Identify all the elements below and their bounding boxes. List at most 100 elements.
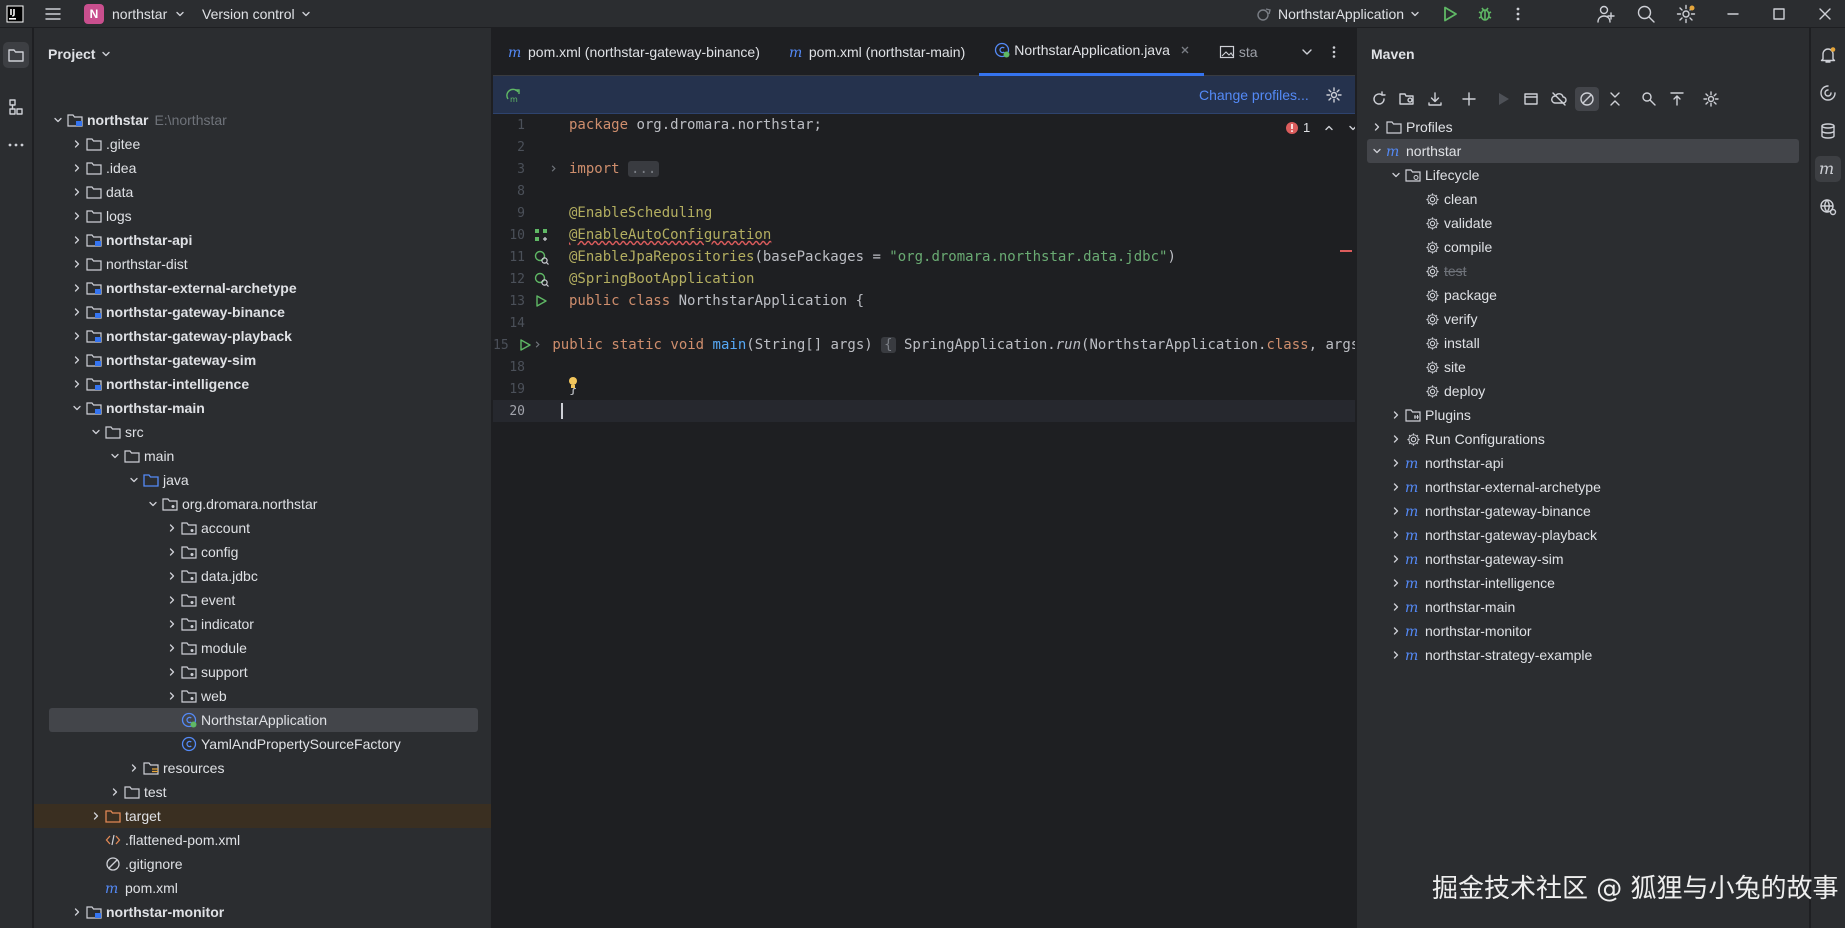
maven-tree-row[interactable]: m northstar-monitor — [1357, 619, 1809, 643]
chevron-right-icon[interactable] — [164, 520, 180, 536]
chevron-right-icon[interactable] — [164, 616, 180, 632]
code-with-me-icon[interactable] — [1596, 0, 1616, 28]
tab-options-icon[interactable] — [1327, 45, 1341, 59]
maven-tree-row[interactable]: clean — [1357, 187, 1809, 211]
gutter-bean-icon[interactable] — [534, 228, 548, 242]
chevron-right-icon[interactable] — [69, 904, 85, 920]
maven-tree-row[interactable]: validate — [1357, 211, 1809, 235]
tab-list-chevron-icon[interactable] — [1301, 46, 1313, 58]
project-tree-row[interactable]: northstar-gateway-binance — [34, 300, 491, 324]
chevron-right-icon[interactable] — [1388, 503, 1404, 519]
editor-tab[interactable]: NorthstarApplication.java — [979, 28, 1204, 76]
chevron-right-icon[interactable] — [1388, 599, 1404, 615]
project-tree-row[interactable]: data — [34, 180, 491, 204]
debug-icon[interactable] — [1476, 0, 1494, 28]
chevron-right-icon[interactable] — [164, 544, 180, 560]
project-tree-row[interactable]: .gitignore — [34, 852, 491, 876]
chevron-right-icon[interactable] — [69, 304, 85, 320]
maven-tree-row[interactable]: m northstar-intelligence — [1357, 571, 1809, 595]
maven-tree-row[interactable]: Run Configurations — [1357, 427, 1809, 451]
project-tree-row[interactable]: northstar-main — [34, 396, 491, 420]
chevron-right-icon[interactable] — [1388, 455, 1404, 471]
chevron-right-icon[interactable] — [69, 352, 85, 368]
generate-sources-icon[interactable] — [1395, 87, 1419, 111]
code-line[interactable]: 20 — [493, 400, 1355, 422]
code-line[interactable]: 10 @EnableAutoConfiguration — [493, 224, 1355, 246]
maven-settings-icon[interactable] — [1699, 87, 1723, 111]
project-tree-row[interactable]: event — [34, 588, 491, 612]
code-line[interactable]: 8 — [493, 180, 1355, 202]
chevron-right-icon[interactable] — [164, 592, 180, 608]
add-project-icon[interactable] — [1457, 87, 1481, 111]
fold-chevron-icon[interactable] — [533, 340, 542, 349]
main-menu-icon[interactable] — [44, 0, 62, 28]
maven-tree-row[interactable]: m northstar-strategy-example — [1357, 643, 1809, 667]
maven-tree-row[interactable]: Profiles — [1357, 115, 1809, 139]
run-icon[interactable] — [1441, 0, 1459, 28]
code-line[interactable]: 19} — [493, 377, 1355, 400]
project-tree-row[interactable]: northstar-gateway-playback — [34, 324, 491, 348]
project-tree-row[interactable]: .gitee — [34, 132, 491, 156]
notification-settings-gear-icon[interactable] — [1326, 86, 1342, 103]
project-tree-row[interactable]: northstar-monitor — [34, 900, 491, 924]
endpoints-icon[interactable] — [1815, 194, 1841, 220]
maven-tree-row[interactable]: Plugins — [1357, 403, 1809, 427]
maven-tool-icon[interactable]: m — [1815, 156, 1841, 182]
project-tree-row[interactable]: northstar-dist — [34, 252, 491, 276]
code-editor[interactable]: 1 package org.dromara.northstar; 2 3 import … — [493, 114, 1355, 422]
chevron-down-icon[interactable] — [1369, 143, 1385, 159]
notifications-icon[interactable] — [1815, 42, 1841, 68]
more-tools-icon[interactable] — [3, 132, 29, 158]
project-tree-row[interactable]: account — [34, 516, 491, 540]
maven-tree-row[interactable]: m northstar-gateway-playback — [1357, 523, 1809, 547]
code-line[interactable]: 12 @SpringBootApplication — [493, 268, 1355, 290]
project-tree-row[interactable]: .flattened-pom.xml — [34, 828, 491, 852]
inspection-widget[interactable]: 1 — [1285, 120, 1355, 135]
project-tree-row[interactable]: resources — [34, 756, 491, 780]
chevron-right-icon[interactable] — [69, 280, 85, 296]
chevron-right-icon[interactable] — [1388, 407, 1404, 423]
maven-tree-row[interactable]: m northstar — [1367, 139, 1799, 163]
minimize-window-icon[interactable] — [1726, 0, 1740, 28]
project-tree-row[interactable]: java — [34, 468, 491, 492]
maximize-window-icon[interactable] — [1772, 0, 1786, 28]
code-line[interactable]: 9 @EnableScheduling — [493, 202, 1355, 224]
project-panel-header[interactable]: Project — [34, 28, 111, 80]
ai-assistant-icon[interactable] — [1815, 80, 1841, 106]
maven-tree-row[interactable]: m northstar-gateway-sim — [1357, 547, 1809, 571]
project-tree-row[interactable]: org.dromara.northstar — [34, 492, 491, 516]
gutter-run-icon[interactable] — [534, 294, 548, 308]
chevron-right-icon[interactable] — [88, 808, 104, 824]
project-tree-row[interactable]: m pom.xml — [34, 876, 491, 900]
project-tree-row[interactable]: .idea — [34, 156, 491, 180]
chevron-right-icon[interactable] — [69, 160, 85, 176]
project-tree-row[interactable]: northstar-strategy-example — [34, 924, 491, 928]
maven-tree-row[interactable]: m northstar-external-archetype — [1357, 475, 1809, 499]
chevron-down-icon[interactable] — [145, 496, 161, 512]
maven-tree-row[interactable]: compile — [1357, 235, 1809, 259]
project-tree-row[interactable]: test — [34, 780, 491, 804]
project-tree-row[interactable]: config — [34, 540, 491, 564]
chevron-right-icon[interactable] — [69, 232, 85, 248]
chevron-right-icon[interactable] — [1388, 623, 1404, 639]
maven-tree-row[interactable]: m northstar-api — [1357, 451, 1809, 475]
project-tree-row[interactable]: northstar-gateway-sim — [34, 348, 491, 372]
database-icon[interactable] — [1815, 118, 1841, 144]
chevron-right-icon[interactable] — [69, 136, 85, 152]
chevron-down-icon[interactable] — [1388, 167, 1404, 183]
chevron-right-icon[interactable] — [1388, 647, 1404, 663]
maven-tree-row[interactable]: verify — [1357, 307, 1809, 331]
skip-tests-icon[interactable] — [1575, 87, 1599, 111]
editor-tab[interactable]: m pom.xml (northstar-main) — [774, 28, 979, 76]
run-config-selector[interactable]: NorthstarApplication — [1256, 0, 1420, 28]
maven-tree-row[interactable]: deploy — [1357, 379, 1809, 403]
editor-tab[interactable]: m pom.xml (northstar-gateway-binance) — [493, 28, 774, 76]
maven-tree-row[interactable]: install — [1357, 331, 1809, 355]
maven-tree-row[interactable]: test — [1357, 259, 1809, 283]
chevron-right-icon[interactable] — [69, 208, 85, 224]
chevron-right-icon[interactable] — [164, 688, 180, 704]
change-profiles-link[interactable]: Change profiles... — [1199, 87, 1309, 103]
maven-tree-row[interactable]: package — [1357, 283, 1809, 307]
error-stripe-marker[interactable] — [1340, 250, 1352, 252]
project-tree-row[interactable]: logs — [34, 204, 491, 228]
